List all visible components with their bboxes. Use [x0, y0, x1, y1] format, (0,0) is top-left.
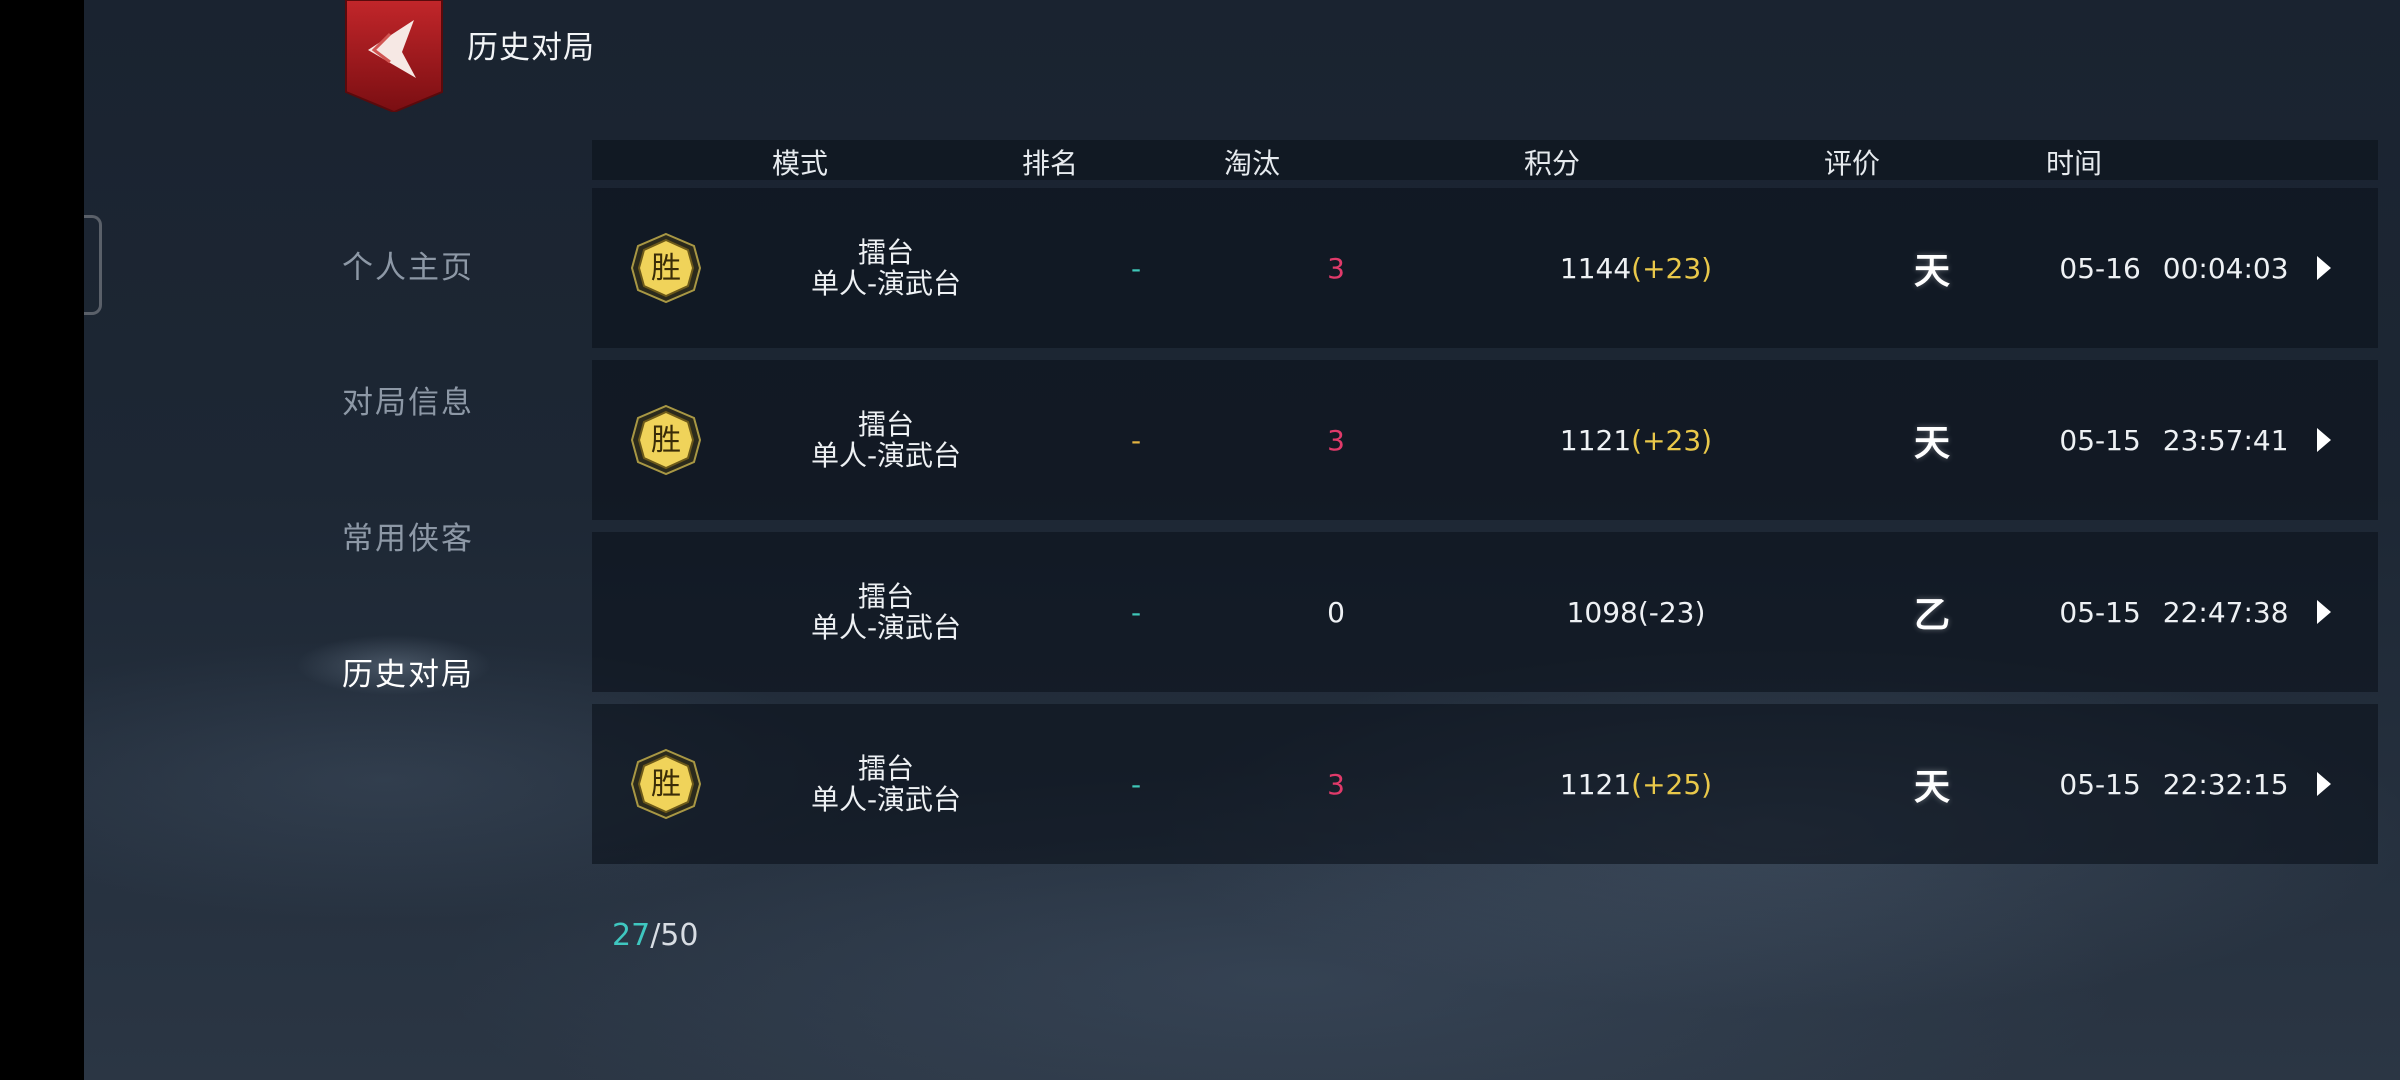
date-value: 05-15	[2059, 595, 2141, 629]
win-badge-cell: 胜	[630, 704, 702, 864]
rank-value: -	[1130, 767, 1142, 801]
detail-arrow-button[interactable]	[2309, 704, 2339, 864]
score-delta: (+23)	[1631, 423, 1713, 457]
win-badge-cell: 胜	[630, 360, 702, 520]
play-arrow-icon	[2317, 600, 2331, 624]
time-cell: 05-15 23:57:41	[2059, 360, 2288, 520]
mode-line2: 单人-演武台	[810, 267, 962, 300]
play-arrow-icon	[2317, 256, 2331, 280]
win-badge-label: 胜	[651, 767, 681, 802]
column-header-score: 积分	[1523, 147, 1581, 180]
win-badge-label: 胜	[651, 251, 681, 286]
detail-arrow-button[interactable]	[2309, 188, 2339, 348]
win-badge-label: 胜	[651, 423, 681, 458]
score-cell: 1121 (+23)	[1560, 360, 1712, 520]
date-value: 05-16	[2059, 251, 2141, 285]
sidebar-item-profile[interactable]: 个人主页	[342, 242, 474, 287]
side-handle	[84, 215, 102, 315]
eliminations-value: 0	[1327, 595, 1345, 629]
score-value: 1121	[1559, 423, 1632, 457]
eliminations-value: 3	[1327, 767, 1345, 801]
table-row[interactable]: 胜 擂台 单人-演武台 - 3 1121 (+25) 天 05-15 22:32:1…	[592, 704, 2378, 864]
mode-cell: 擂台 单人-演武台	[811, 188, 961, 348]
win-badge-icon: 胜	[630, 748, 702, 820]
sidebar-item-match-info[interactable]: 对局信息	[342, 377, 474, 422]
time-cell: 05-15 22:32:15	[2059, 704, 2288, 864]
rank-value: -	[1130, 251, 1142, 285]
eliminations-value: 3	[1327, 251, 1345, 285]
detail-arrow-button[interactable]	[2309, 360, 2339, 520]
grade-value: 天	[1913, 250, 1951, 292]
time-value: 22:32:15	[2162, 767, 2289, 801]
score-cell: 1121 (+25)	[1560, 704, 1712, 864]
mode-cell: 擂台 单人-演武台	[811, 532, 961, 692]
time-value: 00:04:03	[2162, 251, 2289, 285]
game-screen: 历史对局 个人主页 对局信息 常用侠客 历史对局 模式 排名 淘汰 积分 评价 …	[84, 0, 2400, 1080]
column-header-grade: 评价	[1823, 147, 1881, 180]
detail-arrow-button[interactable]	[2309, 532, 2339, 692]
mode-line2: 单人-演武台	[810, 783, 962, 816]
mode-line1: 擂台	[857, 580, 915, 613]
back-arrow-icon	[345, 0, 443, 112]
score-value: 1121	[1559, 767, 1632, 801]
pager-separator: /	[650, 918, 661, 953]
mode-line1: 擂台	[857, 408, 915, 441]
mode-line1: 擂台	[857, 236, 915, 269]
column-header-eliminations: 淘汰	[1223, 147, 1281, 180]
pager-total: 50	[660, 918, 699, 953]
mode-line2: 单人-演武台	[810, 439, 962, 472]
page-title: 历史对局	[467, 30, 595, 66]
score-delta: (-23)	[1637, 595, 1706, 629]
column-header-mode: 模式	[771, 147, 829, 180]
pager: 27/50	[612, 918, 698, 953]
score-value: 1144	[1559, 251, 1632, 285]
score-cell: 1144 (+23)	[1560, 188, 1712, 348]
win-badge-icon: 胜	[630, 232, 702, 304]
mode-cell: 擂台 单人-演武台	[811, 704, 961, 864]
eliminations-value: 3	[1327, 423, 1345, 457]
rank-value: -	[1130, 595, 1142, 629]
score-delta: (+25)	[1631, 767, 1713, 801]
rank-value: -	[1130, 423, 1142, 457]
score-delta: (+23)	[1631, 251, 1713, 285]
table-row[interactable]: 擂台 单人-演武台 - 0 1098 (-23) 乙 05-15 22:47:38	[592, 532, 2378, 692]
win-badge-cell: 胜	[630, 188, 702, 348]
date-value: 05-15	[2059, 767, 2141, 801]
score-cell: 1098 (-23)	[1567, 532, 1706, 692]
table-row[interactable]: 胜 擂台 单人-演武台 - 3 1121 (+23) 天 05-15 23:57:4…	[592, 360, 2378, 520]
win-badge-icon: 胜	[630, 404, 702, 476]
grade-value: 天	[1913, 422, 1951, 464]
grade-value: 天	[1913, 766, 1951, 808]
column-header-rank: 排名	[1021, 147, 1079, 180]
play-arrow-icon	[2317, 772, 2331, 796]
play-arrow-icon	[2317, 428, 2331, 452]
score-value: 1098	[1566, 595, 1638, 629]
date-value: 05-15	[2059, 423, 2141, 457]
mode-line2: 单人-演武台	[810, 611, 962, 644]
table-header	[592, 140, 2378, 180]
sidebar-item-history[interactable]: 历史对局	[342, 649, 474, 694]
pager-current: 27	[612, 918, 651, 953]
table-row[interactable]: 胜 擂台 单人-演武台 - 3 1144 (+23) 天 05-16 00:04:0…	[592, 188, 2378, 348]
column-header-time: 时间	[2045, 147, 2103, 180]
back-button[interactable]	[344, 0, 444, 112]
sidebar-item-heroes[interactable]: 常用侠客	[342, 513, 474, 558]
time-cell: 05-15 22:47:38	[2059, 532, 2288, 692]
time-value: 22:47:38	[2162, 595, 2289, 629]
mode-cell: 擂台 单人-演武台	[811, 360, 961, 520]
grade-value: 乙	[1913, 594, 1951, 636]
mode-line1: 擂台	[857, 752, 915, 785]
time-value: 23:57:41	[2162, 423, 2289, 457]
time-cell: 05-16 00:04:03	[2059, 188, 2288, 348]
